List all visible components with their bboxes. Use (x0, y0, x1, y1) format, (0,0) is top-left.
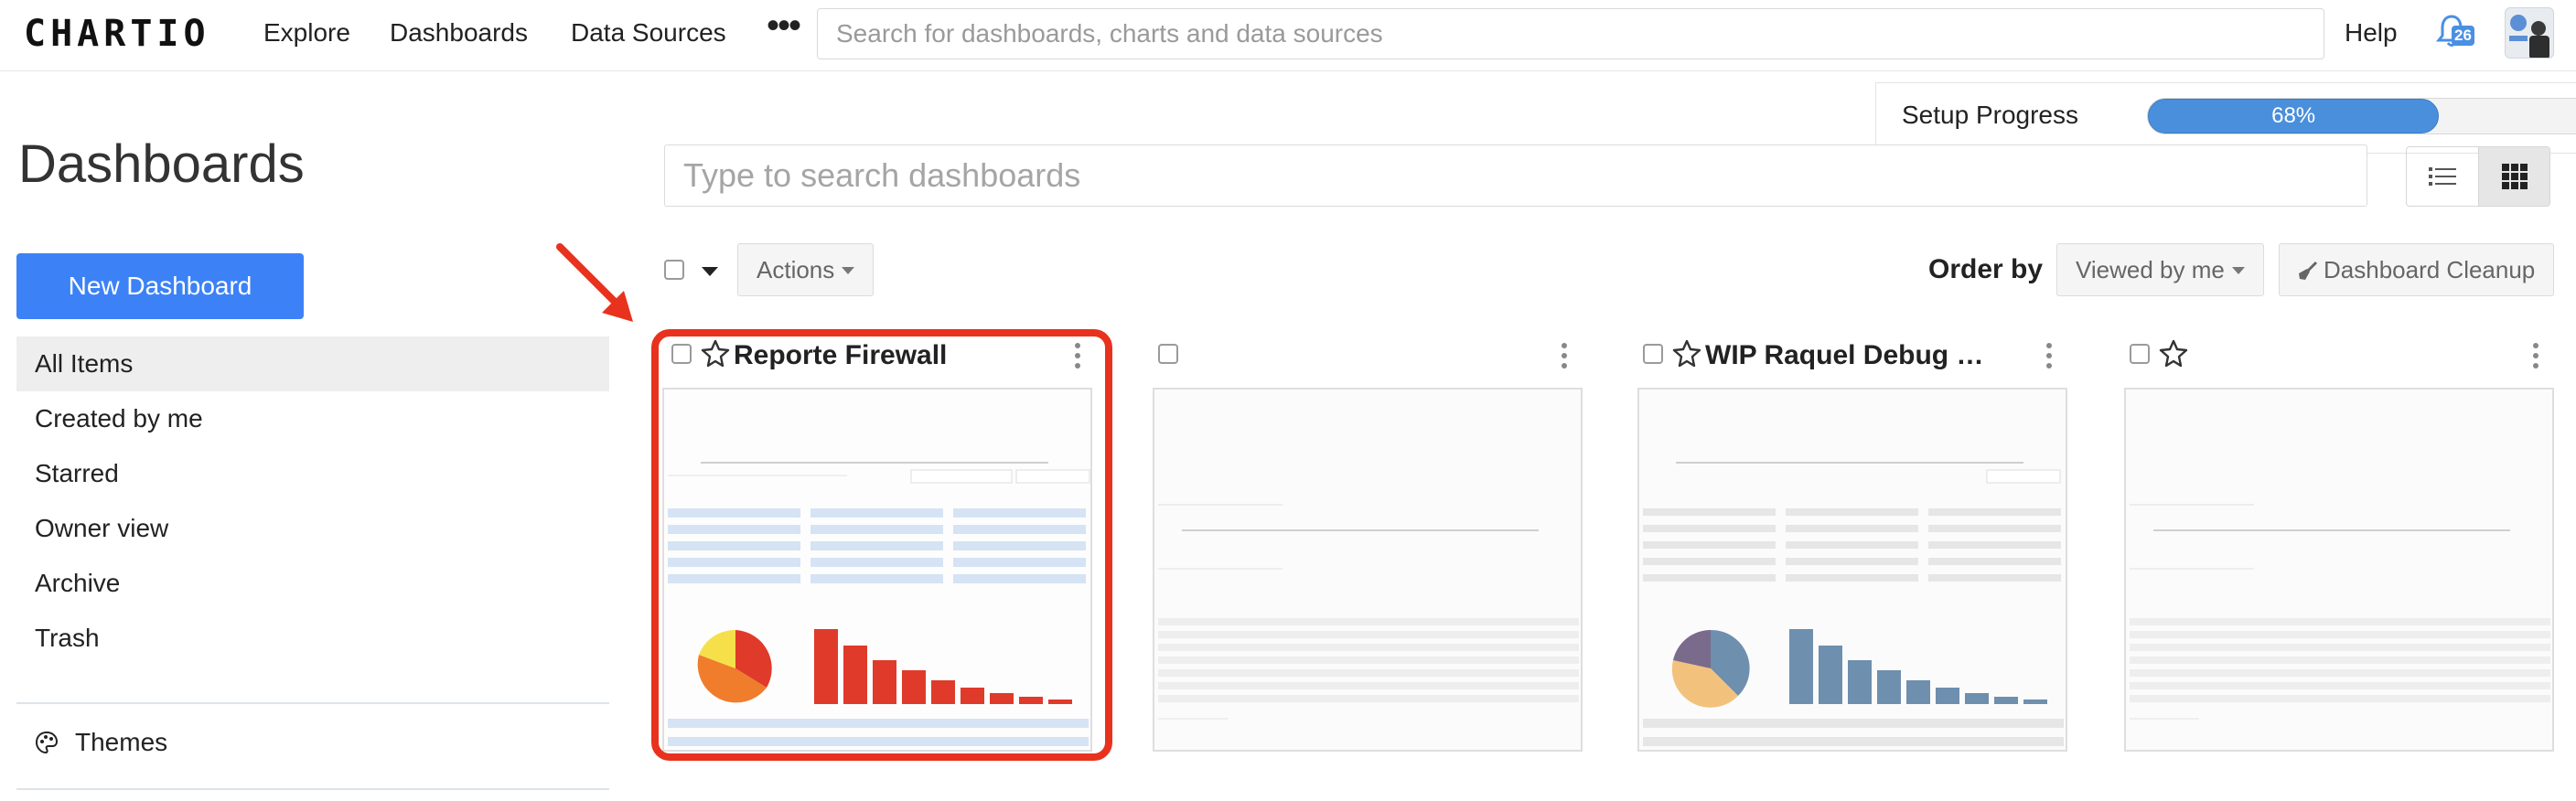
setup-progress-label: Setup Progress (1902, 101, 2078, 129)
sidebar-divider-bottom (16, 788, 609, 790)
palette-icon (35, 731, 59, 754)
chevron-down-icon (842, 267, 855, 274)
order-by-dropdown[interactable]: Viewed by me (2056, 243, 2264, 296)
annotation-arrow-icon (556, 243, 633, 322)
dashboard-search-input[interactable] (664, 144, 2367, 207)
avatar-image (2506, 8, 2553, 58)
select-all-checkbox[interactable] (664, 260, 684, 280)
setup-progress-fill: 68% (2148, 99, 2440, 134)
order-by-label: Order by (1928, 254, 2044, 284)
card-checkbox[interactable] (2130, 344, 2150, 364)
dashboard-cleanup-button[interactable]: Dashboard Cleanup (2279, 243, 2555, 296)
grid-icon (2501, 164, 2528, 189)
sidebar-item-archive[interactable]: Archive (16, 556, 609, 611)
global-search-input[interactable] (817, 8, 2324, 59)
list-view-button[interactable] (2407, 147, 2478, 206)
setup-progress-bar: 68% (2147, 98, 2576, 134)
card-checkbox[interactable] (1643, 344, 1663, 364)
kebab-menu-icon[interactable] (1561, 342, 1568, 369)
dashboard-thumbnail[interactable] (1153, 388, 1583, 752)
sidebar-item-created-by-me[interactable]: Created by me (16, 391, 609, 446)
sidebar-item-themes[interactable]: Themes (35, 728, 167, 757)
order-by-value: Viewed by me (2076, 256, 2225, 283)
dashboard-thumbnail[interactable] (1637, 388, 2067, 752)
new-dashboard-button[interactable]: New Dashboard (16, 253, 304, 319)
sidebar-item-owner-view[interactable]: Owner view (16, 501, 609, 556)
setup-progress-panel[interactable]: Setup Progress 68% (1875, 82, 2576, 154)
sidebar-item-trash[interactable]: Trash (16, 611, 609, 666)
actions-dropdown[interactable]: Actions (737, 243, 875, 296)
notification-count-badge: 26 (2452, 26, 2474, 46)
card-checkbox[interactable] (1158, 344, 1178, 364)
dashboard-card[interactable] (1138, 329, 1583, 759)
thumbnail-preview (1639, 390, 2066, 750)
star-icon[interactable] (2159, 338, 2188, 368)
thumbnail-preview (2126, 390, 2552, 750)
thumbnail-preview (1154, 390, 1581, 750)
dashboard-card[interactable]: Reporte Firewall (651, 329, 1092, 759)
list-icon (2429, 167, 2456, 186)
dashboard-thumbnail[interactable] (662, 388, 1092, 752)
grid-view-button[interactable] (2478, 147, 2549, 206)
card-title[interactable]: Reporte Firewall (734, 340, 1026, 371)
star-icon[interactable] (701, 338, 730, 368)
user-avatar[interactable] (2505, 7, 2554, 59)
kebab-menu-icon[interactable] (2045, 342, 2053, 369)
more-menu-icon[interactable]: ••• (767, 5, 801, 47)
kebab-menu-icon[interactable] (2532, 342, 2539, 369)
sidebar-divider (16, 702, 609, 704)
actions-label: Actions (757, 256, 835, 283)
card-title[interactable]: WIP Raquel Debug Ex... (1705, 340, 1998, 371)
nav-explore[interactable]: Explore (263, 18, 350, 48)
dashboard-card[interactable] (2109, 329, 2554, 759)
broom-icon (2299, 261, 2318, 280)
notifications-button[interactable]: 26 (2433, 13, 2475, 55)
select-dropdown-caret[interactable] (702, 267, 718, 276)
help-link[interactable]: Help (2345, 18, 2398, 48)
sidebar-nav: All Items Created by me Starred Owner vi… (16, 336, 609, 666)
view-toggle (2406, 146, 2550, 207)
top-navbar: CHARTIO Explore Dashboards Data Sources … (0, 0, 2576, 71)
nav-dashboards[interactable]: Dashboards (390, 18, 528, 48)
themes-label: Themes (75, 728, 168, 756)
dashboard-thumbnail[interactable] (2124, 388, 2554, 752)
sidebar-item-all-items[interactable]: All Items (16, 336, 609, 391)
sidebar-item-starred[interactable]: Starred (16, 446, 609, 501)
chevron-down-icon (2231, 267, 2245, 274)
dashboard-card[interactable]: WIP Raquel Debug Ex... (1623, 329, 2067, 759)
kebab-menu-icon[interactable] (1074, 342, 1081, 369)
chartio-logo[interactable]: CHARTIO (24, 13, 210, 55)
card-checkbox[interactable] (671, 344, 692, 364)
nav-data-sources[interactable]: Data Sources (571, 18, 726, 48)
dashboard-cleanup-label: Dashboard Cleanup (2324, 256, 2536, 283)
star-icon[interactable] (1672, 338, 1701, 368)
thumbnail-preview (664, 390, 1090, 750)
page-title: Dashboards (18, 134, 305, 194)
